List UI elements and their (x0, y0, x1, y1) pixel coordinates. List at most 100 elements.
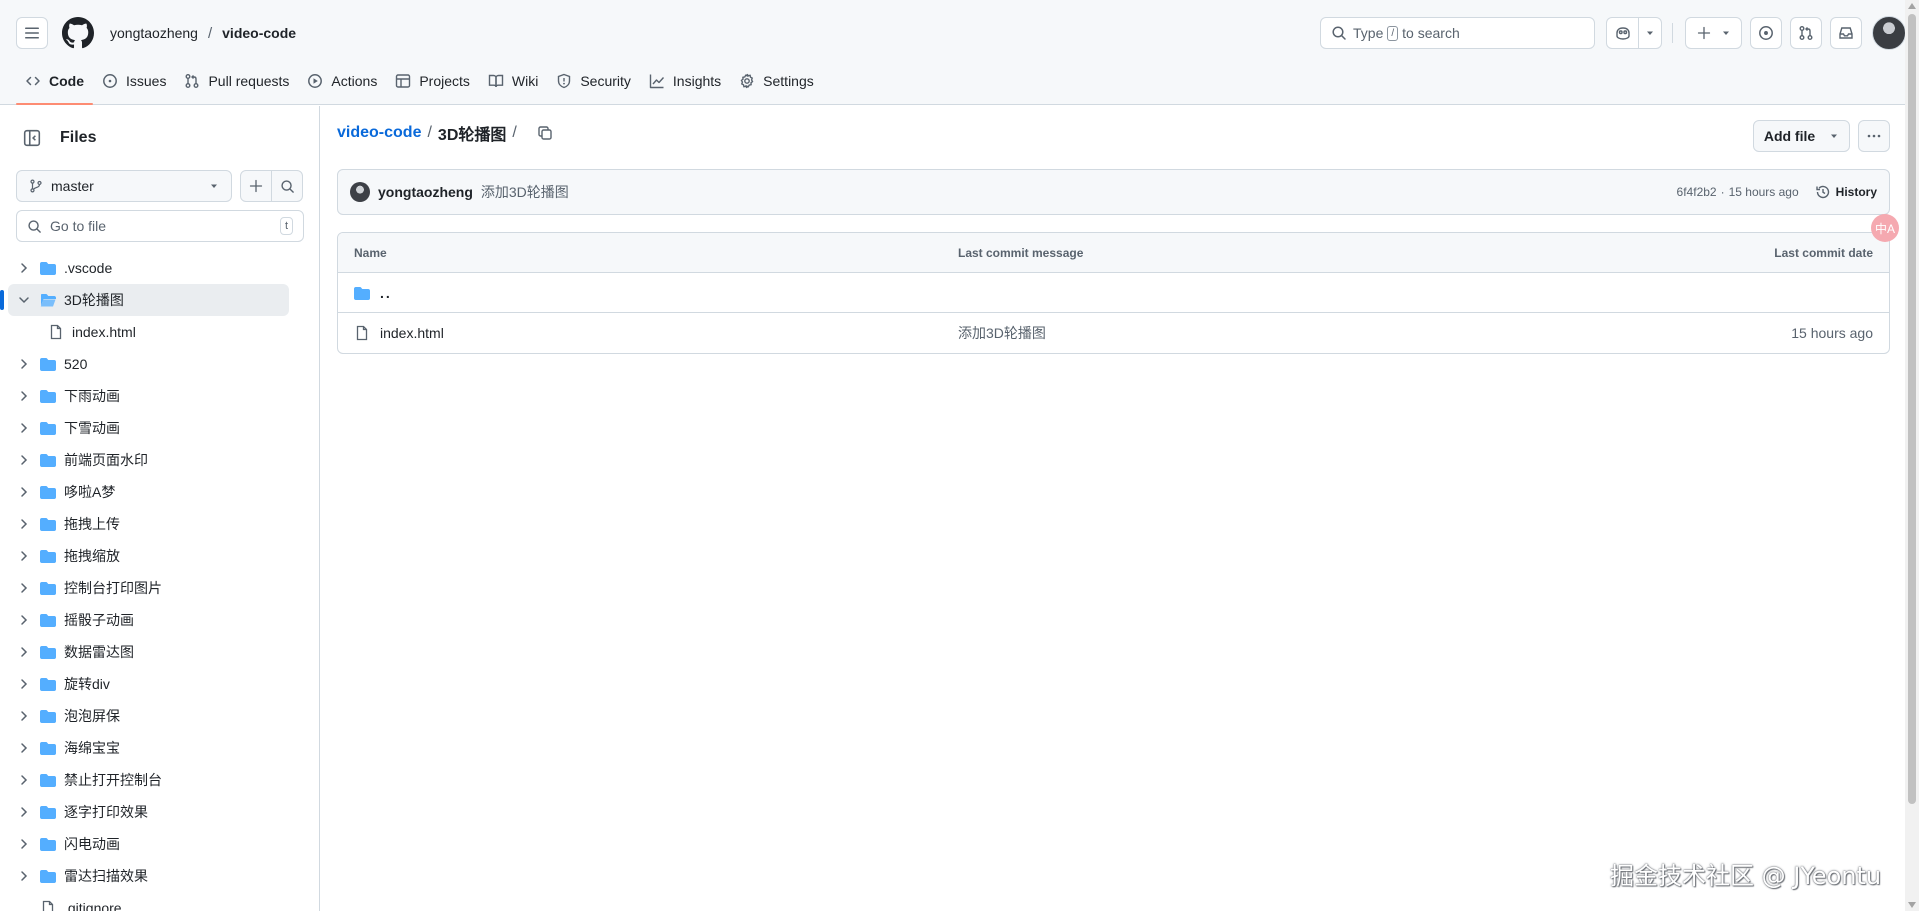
history-button[interactable]: History (1815, 184, 1877, 200)
scrollbar-thumb[interactable] (1908, 14, 1916, 804)
tree-folder[interactable]: 摇骰子动画 (8, 604, 312, 636)
folder-icon (40, 358, 56, 371)
tree-item-label: 泡泡屏保 (64, 708, 120, 724)
copy-path-button[interactable] (537, 125, 553, 141)
plus-icon (249, 179, 263, 193)
commit-sha[interactable]: 6f4f2b2 (1677, 185, 1717, 199)
copilot-icon (1615, 27, 1630, 40)
add-file-tree-button[interactable] (240, 170, 272, 202)
commit-author[interactable]: yongtaozheng (378, 184, 473, 200)
tree-folder[interactable]: 520 (8, 348, 312, 380)
scroll-up-arrow-icon[interactable] (1908, 3, 1916, 9)
tab-security[interactable]: Security (547, 64, 640, 97)
tree-folder[interactable]: 拖拽缩放 (8, 540, 312, 572)
tab-code[interactable]: Code (16, 64, 93, 105)
triangle-down-icon (211, 184, 217, 188)
chevron-right-icon (21, 359, 28, 369)
go-to-file-input[interactable]: Go to file t (16, 210, 304, 242)
pull-requests-button[interactable] (1790, 17, 1822, 49)
commit-author-avatar[interactable] (350, 182, 370, 202)
commit-message[interactable]: 添加3D轮播图 (481, 182, 569, 202)
latest-commit-bar: yongtaozheng 添加3D轮播图 6f4f2b2 · 15 hours … (337, 169, 1890, 215)
tree-folder[interactable]: 旋转div (8, 668, 312, 700)
collapse-sidebar-button[interactable] (16, 122, 48, 154)
commit-time: 15 hours ago (1728, 185, 1799, 199)
page-scrollbar[interactable] (1905, 0, 1919, 911)
tree-folder[interactable]: 泡泡屏保 (8, 700, 312, 732)
chevron-right-icon (21, 647, 28, 657)
tab-label: Settings (763, 72, 814, 89)
parent-directory-cell: .. (338, 285, 958, 301)
user-avatar[interactable] (1872, 16, 1906, 50)
tree-folder[interactable]: 闪电动画 (8, 828, 312, 860)
pull-request-icon (1799, 26, 1813, 40)
folder-icon (40, 646, 56, 659)
search-suffix: to search (1402, 25, 1460, 41)
github-logo-icon[interactable] (62, 17, 94, 49)
tab-actions[interactable]: Actions (298, 64, 386, 97)
file-icon (50, 324, 62, 340)
tree-folder[interactable]: 逐字打印效果 (8, 796, 312, 828)
menu-button[interactable] (16, 17, 48, 49)
triangle-down-icon (1647, 31, 1653, 35)
tree-folder[interactable]: .vscode (8, 252, 312, 284)
tree-folder[interactable]: 数据雷达图 (8, 636, 312, 668)
breadcrumb-repo-link[interactable]: video-code (337, 124, 421, 142)
play-icon (308, 73, 323, 88)
tree-folder[interactable]: 拖拽上传 (8, 508, 312, 540)
add-file-button[interactable]: Add file (1753, 120, 1850, 152)
tree-folder[interactable]: 下雪动画 (8, 412, 312, 444)
more-options-button[interactable] (1858, 120, 1890, 152)
tab-pull-requests[interactable]: Pull requests (175, 64, 298, 97)
tab-insights[interactable]: Insights (640, 64, 730, 97)
tree-folder[interactable]: 海绵宝宝 (8, 732, 312, 764)
parent-directory-link[interactable]: .. (380, 285, 392, 301)
triangle-down-icon (1831, 134, 1838, 138)
folder-open-icon (40, 294, 56, 307)
inbox-button[interactable] (1830, 17, 1862, 49)
tree-folder[interactable]: 雷达扫描效果 (8, 860, 312, 892)
file-tree-sidebar: Files master Go to file t .vscode 3D轮播图 in… (0, 106, 320, 911)
tree-folder[interactable]: 控制台打印图片 (8, 572, 312, 604)
chevron-right-icon (21, 807, 28, 817)
tree-item-label: 数据雷达图 (64, 644, 134, 660)
copilot-button[interactable] (1607, 18, 1639, 48)
folder-icon (40, 870, 56, 883)
file-name-link[interactable]: index.html (380, 325, 444, 341)
folder-icon (40, 774, 56, 787)
folder-icon (40, 678, 56, 691)
scroll-down-arrow-icon[interactable] (1908, 902, 1916, 908)
copilot-menu-button[interactable] (1639, 18, 1661, 48)
tree-folder[interactable]: 禁止打开控制台 (8, 764, 312, 796)
parent-directory-row[interactable]: .. (338, 273, 1889, 313)
tree-item-label: 下雨动画 (64, 388, 120, 404)
table-row[interactable]: index.html 添加3D轮播图 15 hours ago (338, 313, 1889, 353)
repo-link[interactable]: video-code (222, 25, 296, 41)
tab-wiki[interactable]: Wiki (479, 64, 547, 97)
create-new-button[interactable] (1685, 17, 1742, 49)
branch-selector[interactable]: master (16, 170, 232, 202)
folder-icon (40, 262, 56, 275)
tree-folder[interactable]: 哆啦A梦 (8, 476, 312, 508)
tree-folder[interactable]: 3D轮播图 (0, 284, 289, 316)
search-tree-button[interactable] (271, 170, 303, 202)
file-icon (356, 325, 368, 341)
tab-issues[interactable]: Issues (93, 64, 175, 97)
issues-button[interactable] (1750, 17, 1782, 49)
watermark-text: 掘金技术社区 @ JYeontu (1610, 862, 1882, 890)
tree-folder[interactable]: 下雨动画 (8, 380, 312, 412)
sidebar-header: Files (16, 122, 96, 154)
tree-item-label: .vscode (64, 260, 113, 276)
owner-link[interactable]: yongtaozheng (110, 25, 198, 41)
tree-file[interactable]: index.html (8, 316, 312, 348)
tab-settings[interactable]: Settings (730, 64, 823, 97)
tree-folder[interactable]: 前端页面水印 (8, 444, 312, 476)
search-input[interactable]: Type / to search (1320, 17, 1595, 49)
chevron-right-icon (21, 615, 28, 625)
file-commit-message[interactable]: 添加3D轮播图 (958, 323, 1689, 343)
issue-icon (103, 73, 117, 88)
tab-projects[interactable]: Projects (386, 64, 479, 97)
folder-icon (354, 286, 370, 300)
tree-file[interactable]: .gitignore (8, 892, 312, 911)
translate-extension-badge[interactable]: 中A (1871, 214, 1899, 242)
